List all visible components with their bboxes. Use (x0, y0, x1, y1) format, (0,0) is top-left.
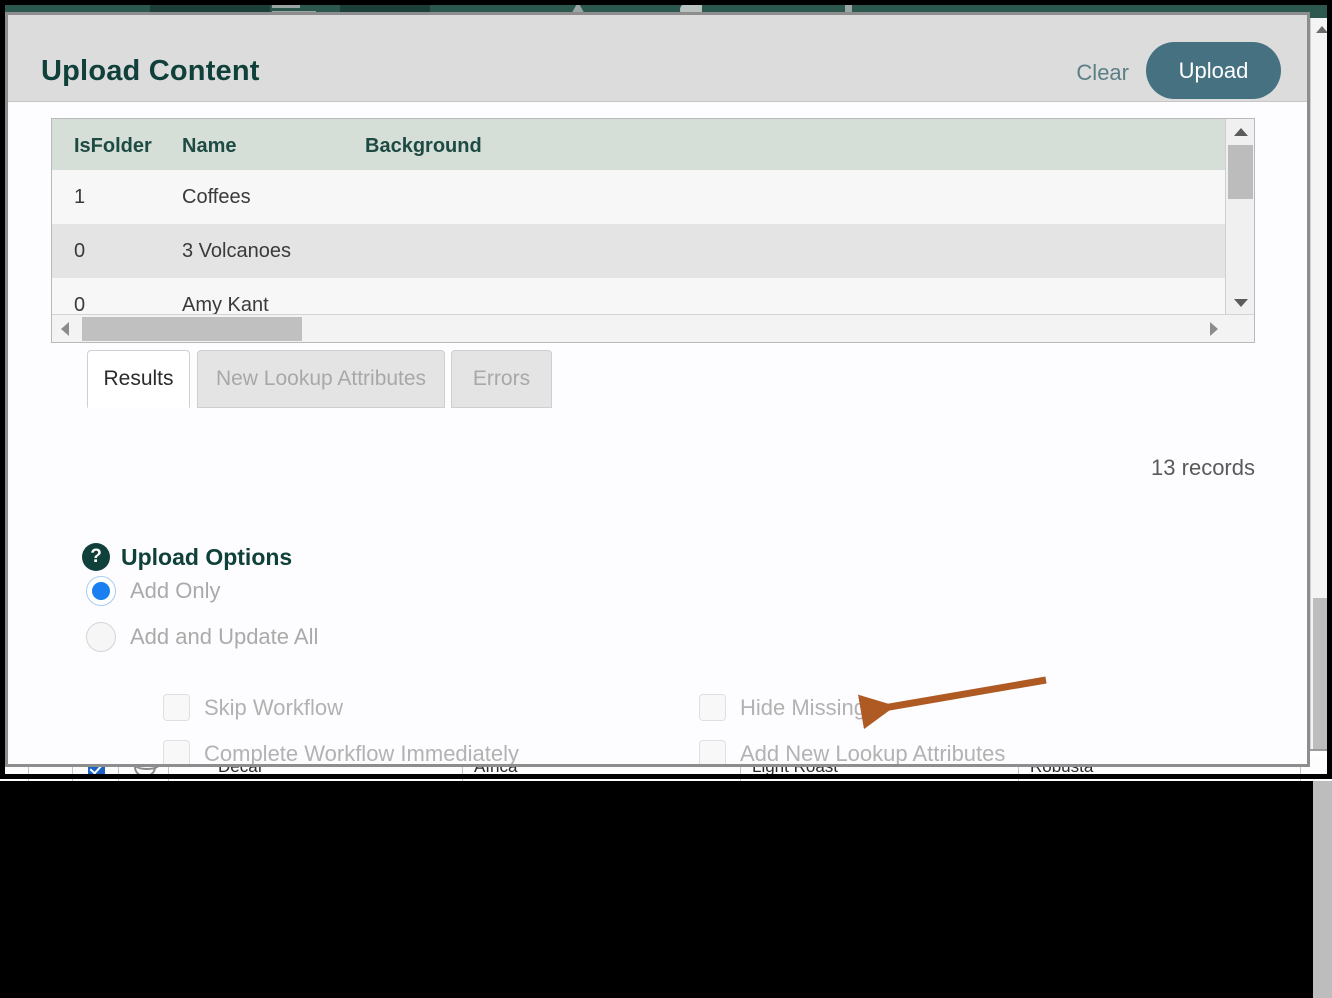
checkbox-skip-workflow[interactable]: Skip Workflow (163, 694, 343, 721)
table-row[interactable]: 0 3 Volcanoes (52, 224, 1255, 278)
grid-column-header-isfolder[interactable]: IsFolder (74, 135, 152, 158)
grid-vertical-scrollbar[interactable] (1225, 119, 1254, 316)
scroll-up-icon[interactable] (1226, 119, 1255, 145)
results-grid: IsFolder Name Background 1 Coffees 0 3 V… (51, 118, 1255, 343)
scroll-down-icon[interactable] (1226, 290, 1255, 316)
question-mark-icon[interactable]: ? (82, 543, 110, 571)
scroll-up-icon[interactable] (1311, 18, 1332, 40)
scroll-left-icon[interactable] (52, 315, 78, 342)
table-row[interactable]: 1 Coffees (52, 170, 1255, 224)
dialog-header: Upload Content Clear Upload (8, 15, 1307, 102)
cell-name: 3 Volcanoes (182, 240, 291, 263)
record-count-label: 13 records (1151, 455, 1255, 481)
checkbox[interactable] (699, 740, 726, 767)
tab-new-lookup-attributes[interactable]: New Lookup Attributes (197, 350, 445, 408)
radio-button[interactable] (86, 576, 116, 606)
cell-isfolder: 1 (74, 186, 85, 209)
grid-horizontal-scrollbar-thumb[interactable] (82, 317, 302, 341)
radio-add-only[interactable]: Add Only (86, 576, 221, 606)
scroll-right-icon[interactable] (1201, 315, 1227, 342)
checkbox-label: Hide Missing (740, 695, 866, 721)
checkbox-label: Add New Lookup Attributes (740, 741, 1005, 767)
radio-label: Add and Update All (130, 624, 318, 650)
grid-column-header-background[interactable]: Background (365, 135, 482, 158)
checkbox-label: Complete Workflow Immediately (204, 741, 519, 767)
upload-content-dialog: Upload Content Clear Upload IsFolder Nam… (5, 12, 1310, 767)
cell-isfolder: 0 (74, 240, 85, 263)
radio-add-and-update-all[interactable]: Add and Update All (86, 622, 318, 652)
radio-button[interactable] (86, 622, 116, 652)
checkbox-add-new-lookup-attributes[interactable]: Add New Lookup Attributes (699, 740, 1005, 767)
checkbox[interactable] (163, 740, 190, 767)
cell-name: Coffees (182, 186, 251, 209)
upload-button[interactable]: Upload (1146, 42, 1281, 99)
page-scrollbar-thumb[interactable] (1313, 598, 1332, 998)
grid-horizontal-scrollbar[interactable] (52, 314, 1255, 342)
checkbox-hide-missing[interactable]: Hide Missing (699, 694, 866, 721)
checkbox-complete-workflow-immediately[interactable]: Complete Workflow Immediately (163, 740, 519, 767)
tab-results[interactable]: Results (87, 350, 190, 408)
toolbar-chip (272, 3, 300, 8)
upload-options-title: Upload Options (121, 544, 292, 571)
dialog-body: IsFolder Name Background 1 Coffees 0 3 V… (8, 102, 1307, 767)
clear-button[interactable]: Clear (1076, 60, 1129, 86)
page-title: Upload Content (41, 55, 260, 88)
page-scrollbar[interactable] (1310, 18, 1332, 779)
checkbox[interactable] (163, 694, 190, 721)
grid-column-header-name[interactable]: Name (182, 135, 236, 158)
grid-header-row: IsFolder Name Background (52, 119, 1255, 170)
radio-label: Add Only (130, 578, 221, 604)
tab-errors[interactable]: Errors (451, 350, 552, 408)
upload-options-header: ? Upload Options (82, 543, 292, 571)
grid-vertical-scrollbar-thumb[interactable] (1228, 145, 1253, 199)
checkbox-label: Skip Workflow (204, 695, 343, 721)
checkbox[interactable] (699, 694, 726, 721)
